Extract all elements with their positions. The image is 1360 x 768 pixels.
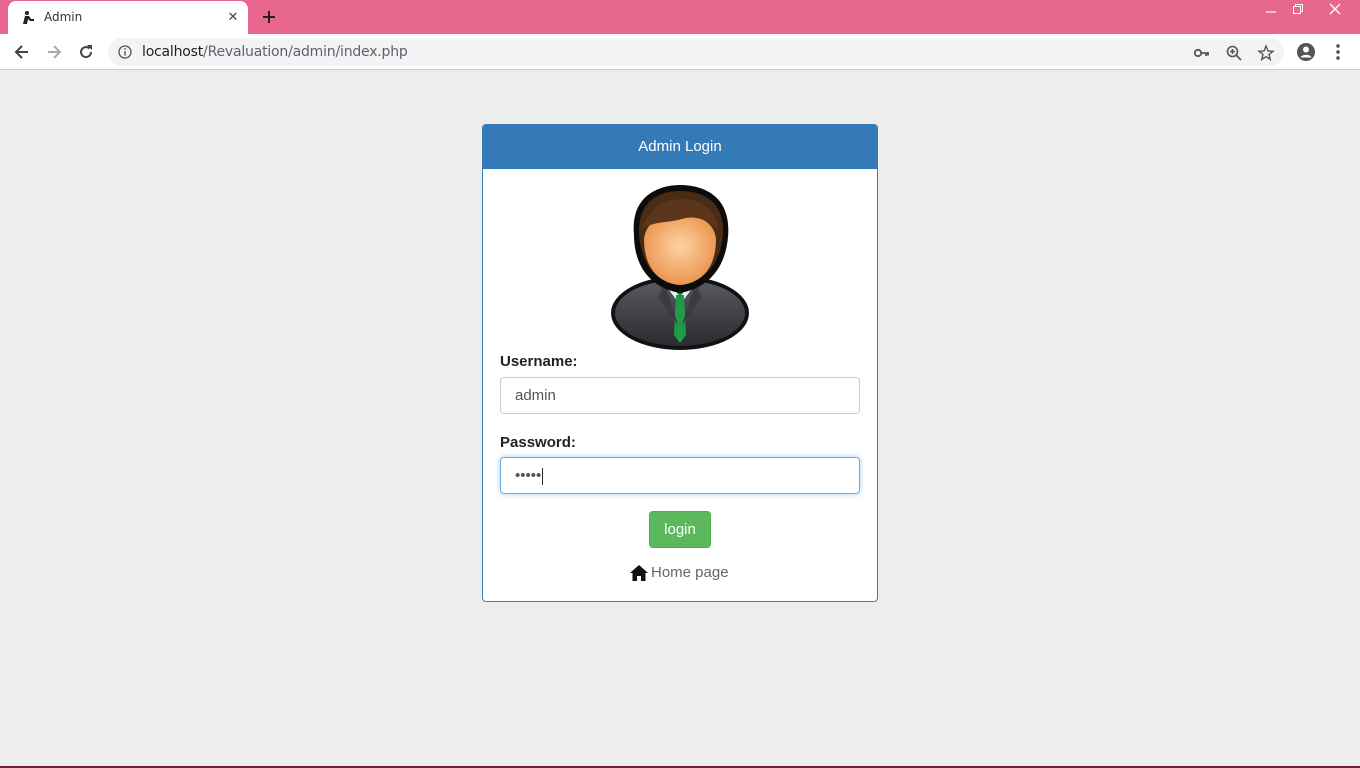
new-tab-icon[interactable] — [259, 7, 279, 27]
text-caret — [542, 467, 544, 485]
user-avatar — [611, 185, 749, 350]
restore-icon[interactable] — [1283, 0, 1313, 22]
favicon-icon — [23, 11, 34, 24]
address-bar[interactable]: localhost/Revaluation/admin/index.php — [108, 38, 1284, 66]
tab-strip: Admin ✕ — [0, 0, 1360, 34]
username-input[interactable]: admin — [500, 377, 860, 414]
password-value: ••••• — [515, 467, 542, 484]
minimize-icon[interactable] — [1256, 0, 1286, 22]
browser-tab[interactable]: Admin ✕ — [8, 1, 248, 34]
url-text: localhost/Revaluation/admin/index.php — [142, 44, 408, 60]
window-close-icon[interactable] — [1320, 0, 1350, 22]
info-icon[interactable] — [118, 45, 132, 59]
profile-icon[interactable] — [1296, 42, 1316, 62]
login-button[interactable]: login — [649, 511, 711, 548]
username-value: admin — [515, 387, 556, 404]
star-icon[interactable] — [1257, 44, 1275, 62]
zoom-icon[interactable] — [1225, 44, 1243, 62]
url-host: localhost — [142, 44, 204, 60]
panel-heading: Admin Login — [483, 125, 877, 169]
home-icon — [630, 564, 648, 581]
browser-toolbar: localhost/Revaluation/admin/index.php — [0, 34, 1360, 70]
tab-title: Admin — [44, 10, 83, 24]
forward-icon[interactable] — [44, 42, 64, 62]
url-path: /Revaluation/admin/index.php — [203, 44, 408, 60]
close-icon[interactable]: ✕ — [225, 9, 241, 25]
menu-dots-icon[interactable] — [1328, 42, 1348, 62]
home-page-link[interactable]: Home page — [630, 564, 729, 581]
password-input[interactable]: ••••• — [500, 457, 860, 494]
back-icon[interactable] — [12, 42, 32, 62]
key-icon[interactable] — [1193, 44, 1211, 62]
password-label: Password: — [500, 434, 576, 451]
reload-icon[interactable] — [76, 42, 96, 62]
login-panel: Admin Login Username: admin Password: ••… — [482, 124, 878, 602]
home-page-label: Home page — [651, 564, 729, 581]
username-label: Username: — [500, 353, 578, 370]
